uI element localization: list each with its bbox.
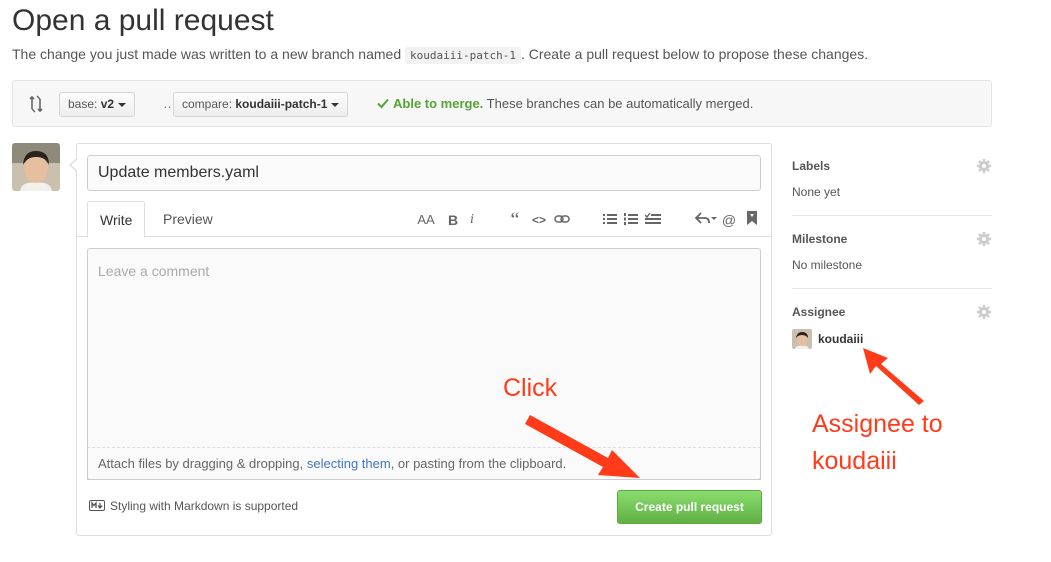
assignee-gear-icon[interactable] bbox=[976, 304, 992, 320]
chevron-down-icon bbox=[331, 102, 340, 107]
ordered-list-icon[interactable] bbox=[622, 211, 640, 229]
click-annotation: Click bbox=[503, 374, 558, 402]
bookmark-icon[interactable] bbox=[743, 211, 761, 229]
assignee-annotation-line2: koudaiii bbox=[812, 447, 897, 475]
sidebar-assignee: Assignee koudaiii bbox=[792, 288, 992, 368]
page-subtitle: The change you just made was written to … bbox=[12, 46, 869, 64]
compare-bar: base: v2 … compare: koudaiii-patch-1 Abl… bbox=[12, 80, 992, 127]
page-title: Open a pull request bbox=[12, 4, 274, 37]
labels-gear-icon[interactable] bbox=[976, 158, 992, 174]
heading-icon[interactable]: AA bbox=[415, 211, 437, 229]
assignee-heading: Assignee bbox=[792, 305, 846, 319]
sidebar-labels: Labels None yet bbox=[792, 143, 992, 215]
tab-write[interactable]: Write bbox=[87, 201, 146, 238]
labels-heading: Labels bbox=[792, 159, 831, 173]
assignee-value[interactable]: koudaiii bbox=[818, 332, 863, 346]
assignee-avatar[interactable] bbox=[792, 329, 812, 349]
compare-swap-icon[interactable] bbox=[29, 95, 43, 118]
markdown-note[interactable]: Styling with Markdown is supported bbox=[89, 499, 298, 514]
unordered-list-icon[interactable] bbox=[601, 211, 619, 229]
compare-prefix: compare: bbox=[182, 97, 236, 111]
reply-icon[interactable] bbox=[694, 211, 718, 229]
pr-title-input[interactable]: Update members.yaml bbox=[87, 155, 761, 191]
milestone-heading: Milestone bbox=[792, 232, 848, 246]
attach-files-bar[interactable]: Attach files by dragging & dropping, sel… bbox=[87, 447, 761, 480]
milestone-gear-icon[interactable] bbox=[976, 231, 992, 247]
attach-text-before: Attach files by dragging & dropping, bbox=[98, 456, 307, 471]
pull-request-form: Update members.yaml Write Preview AA B i… bbox=[69, 143, 772, 536]
compare-value: koudaiii-patch-1 bbox=[235, 97, 328, 111]
attach-select-link[interactable]: selecting them bbox=[307, 456, 391, 471]
mention-icon[interactable]: @ bbox=[720, 211, 738, 229]
subtitle-text-before: The change you just made was written to … bbox=[12, 46, 405, 62]
link-icon[interactable] bbox=[553, 211, 571, 229]
tab-preview[interactable]: Preview bbox=[151, 201, 225, 237]
assignee-annotation-line1: Assignee to bbox=[812, 410, 943, 438]
comment-textarea[interactable]: Leave a comment bbox=[87, 248, 761, 480]
comment-placeholder: Leave a comment bbox=[98, 263, 210, 279]
attach-text-after: , or pasting from the clipboard. bbox=[390, 456, 567, 471]
code-icon[interactable]: <> bbox=[530, 211, 548, 229]
italic-icon[interactable]: i bbox=[463, 211, 481, 229]
milestone-value: No milestone bbox=[792, 258, 863, 272]
merge-status-text: These branches can be automatically merg… bbox=[483, 96, 754, 111]
check-icon bbox=[377, 98, 389, 109]
labels-value: None yet bbox=[792, 185, 841, 199]
create-pull-request-button[interactable]: Create pull request bbox=[617, 490, 762, 524]
sidebar-milestone: Milestone No milestone bbox=[792, 215, 992, 288]
task-list-icon[interactable] bbox=[644, 211, 662, 229]
quote-icon[interactable]: “ bbox=[506, 210, 524, 230]
compare-branch-select[interactable]: compare: koudaiii-patch-1 bbox=[173, 92, 349, 117]
markdown-note-text: Styling with Markdown is supported bbox=[110, 499, 299, 513]
bold-icon[interactable]: B bbox=[444, 211, 462, 229]
merge-ok-label: Able to merge. bbox=[393, 96, 484, 111]
branch-name-code: koudaiii-patch-1 bbox=[405, 47, 521, 64]
subtitle-text-after: . Create a pull request below to propose… bbox=[520, 46, 869, 62]
base-prefix: base: bbox=[68, 97, 101, 111]
markdown-icon bbox=[89, 499, 105, 514]
base-value: v2 bbox=[100, 97, 115, 111]
author-avatar bbox=[12, 143, 60, 191]
base-branch-select[interactable]: base: v2 bbox=[59, 92, 136, 117]
chevron-down-icon bbox=[118, 102, 127, 107]
merge-status: Able to merge. These branches can be aut… bbox=[377, 96, 753, 111]
